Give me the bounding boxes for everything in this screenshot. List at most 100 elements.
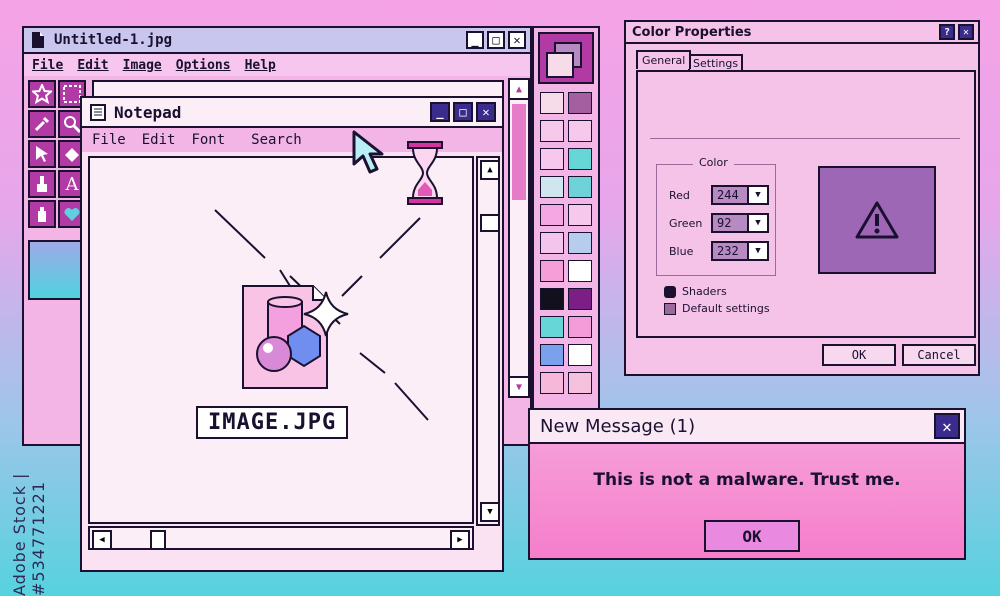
divider — [650, 138, 960, 139]
color-properties-titlebar[interactable]: Color Properties ? ✕ — [626, 22, 978, 44]
palette-swatch[interactable] — [568, 260, 592, 282]
palette-swatch[interactable] — [540, 204, 564, 226]
notepad-scroll-up-icon[interactable]: ▲ — [480, 160, 500, 180]
menu-help[interactable]: Help — [245, 58, 276, 73]
color-group-label: Color — [693, 156, 734, 169]
palette-panel — [532, 26, 600, 410]
palette-swatch[interactable] — [568, 288, 592, 310]
brush-tool-icon[interactable] — [28, 170, 56, 198]
notepad-horizontal-scrollbar[interactable]: ◀ ▶ — [88, 526, 474, 550]
tab-settings[interactable]: Settings — [688, 54, 744, 71]
paint-menubar: File Edit Image Options Help — [24, 54, 530, 76]
chevron-down-icon: ▼ — [747, 243, 767, 259]
eyedropper-tool-icon[interactable] — [28, 110, 56, 138]
color-group: Color Red 244 ▼ Green 92 ▼ Blue 232 ▼ — [656, 156, 776, 276]
scroll-up-icon[interactable]: ▲ — [510, 80, 528, 100]
color-ok-button[interactable]: OK — [822, 344, 896, 366]
palette-swatch[interactable] — [540, 288, 564, 310]
color-preview — [818, 166, 936, 274]
menu-image[interactable]: Image — [123, 58, 162, 73]
palette-swatch[interactable] — [568, 92, 592, 114]
palette-swatch[interactable] — [540, 344, 564, 366]
notepad-scroll-down-icon[interactable]: ▼ — [480, 502, 500, 522]
menu-options[interactable]: Options — [176, 58, 231, 73]
primary-color-icon[interactable] — [538, 32, 594, 84]
shaders-label: Shaders — [682, 285, 727, 298]
palette-swatch[interactable] — [568, 344, 592, 366]
paint-vertical-scrollbar[interactable]: ▲ ▼ — [508, 78, 530, 398]
close-button[interactable]: ✕ — [508, 31, 526, 49]
palette-swatch[interactable] — [540, 232, 564, 254]
palette-swatch[interactable] — [540, 372, 564, 394]
palette-swatch[interactable] — [568, 232, 592, 254]
color-cancel-button[interactable]: Cancel — [902, 344, 976, 366]
message-dialog: New Message (1) ✕ This is not a malware.… — [528, 408, 966, 560]
image-file-icon — [214, 209, 429, 421]
notepad-icon — [90, 104, 106, 121]
notepad-text-area[interactable]: IMAGE.JPG — [88, 156, 474, 524]
palette-swatch[interactable] — [540, 316, 564, 338]
notepad-scroll-thumb[interactable] — [480, 214, 500, 232]
palette-swatch[interactable] — [540, 176, 564, 198]
message-close-button[interactable]: ✕ — [934, 413, 960, 439]
color-properties-close-button[interactable]: ✕ — [958, 24, 974, 40]
palette-swatch[interactable] — [568, 316, 592, 338]
menu-file[interactable]: File — [32, 58, 63, 73]
message-title: New Message (1) — [540, 415, 696, 437]
chevron-down-icon: ▼ — [747, 187, 767, 203]
warning-icon — [855, 201, 899, 239]
notepad-menu-search[interactable]: Search — [251, 132, 302, 148]
star-tool-icon[interactable] — [28, 80, 56, 108]
palette-swatch[interactable] — [568, 148, 592, 170]
spray-tool-icon[interactable] — [28, 200, 56, 228]
message-text: This is not a malware. Trust me. — [593, 470, 901, 490]
scroll-down-icon[interactable]: ▼ — [510, 376, 528, 396]
tab-panel: Color Red 244 ▼ Green 92 ▼ Blue 232 ▼ Shade… — [636, 70, 976, 338]
document-icon — [32, 32, 44, 48]
notepad-menu-font[interactable]: Font — [191, 132, 225, 148]
green-select[interactable]: 92 ▼ — [711, 213, 769, 233]
default-settings-checkbox[interactable] — [664, 303, 676, 315]
palette-swatch[interactable] — [568, 120, 592, 142]
notepad-menu-edit[interactable]: Edit — [142, 132, 176, 148]
notepad-maximize-button[interactable]: □ — [453, 102, 473, 122]
palette-swatch[interactable] — [568, 176, 592, 198]
paint-titlebar[interactable]: Untitled-1.jpg _ □ ✕ — [24, 28, 530, 54]
chevron-down-icon: ▼ — [747, 215, 767, 231]
palette-swatch[interactable] — [540, 120, 564, 142]
scroll-thumb[interactable] — [512, 104, 526, 200]
tab-general[interactable]: General — [636, 50, 692, 69]
hourglass-icon — [407, 141, 443, 205]
palette-swatch[interactable] — [540, 148, 564, 170]
message-ok-button[interactable]: OK — [704, 520, 800, 552]
red-label: Red — [669, 189, 690, 202]
help-button[interactable]: ? — [939, 24, 955, 40]
notepad-scroll-left-icon[interactable]: ◀ — [92, 530, 112, 550]
message-titlebar[interactable]: New Message (1) ✕ — [530, 410, 964, 444]
notepad-title: Notepad — [114, 102, 182, 122]
palette-swatch[interactable] — [540, 92, 564, 114]
mouse-cursor-icon — [352, 130, 384, 174]
notepad-close-button[interactable]: ✕ — [476, 102, 496, 122]
notepad-minimize-button[interactable]: _ — [430, 102, 450, 122]
notepad-hscroll-thumb[interactable] — [150, 530, 166, 550]
red-select[interactable]: 244 ▼ — [711, 185, 769, 205]
default-settings-label: Default settings — [682, 302, 770, 315]
blue-select[interactable]: 232 ▼ — [711, 241, 769, 261]
palette-swatch[interactable] — [568, 204, 592, 226]
menu-edit[interactable]: Edit — [77, 58, 108, 73]
notepad-vertical-scrollbar[interactable]: ▲ ▼ — [476, 156, 500, 526]
palette-swatch[interactable] — [568, 372, 592, 394]
green-label: Green — [669, 217, 703, 230]
notepad-titlebar[interactable]: Notepad _ □ ✕ — [82, 98, 502, 128]
pointer-tool-icon[interactable] — [28, 140, 56, 168]
watermark-text: Adobe Stock | #534771221 — [10, 472, 48, 596]
notepad-scroll-right-icon[interactable]: ▶ — [450, 530, 470, 550]
minimize-button[interactable]: _ — [466, 31, 484, 49]
notepad-menu-file[interactable]: File — [92, 132, 126, 148]
paint-title: Untitled-1.jpg — [54, 32, 173, 48]
palette-swatch[interactable] — [540, 260, 564, 282]
maximize-button[interactable]: □ — [487, 31, 505, 49]
image-file-label[interactable]: IMAGE.JPG — [196, 406, 349, 439]
shaders-checkbox[interactable] — [664, 286, 676, 298]
